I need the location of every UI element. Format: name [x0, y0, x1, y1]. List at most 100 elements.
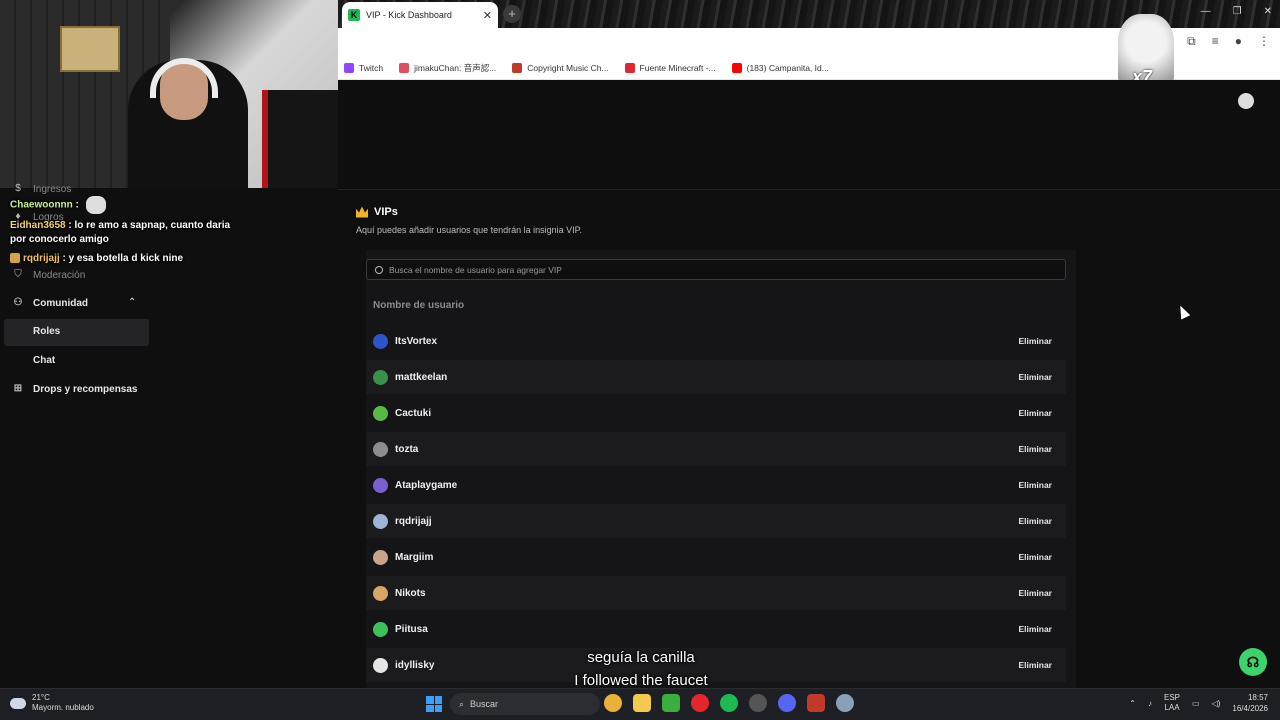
chevron-up-icon[interactable]: ⌃: [128, 297, 136, 308]
revenue-icon: $: [15, 183, 21, 194]
vip-row: Margiim Eliminar: [366, 540, 1066, 574]
subtitles: seguía la canilla I followed the faucet: [540, 646, 742, 692]
toolbar-icons: ⌕ ⧉ ≡ ● ⋮: [1164, 34, 1270, 49]
minecraft-icon[interactable]: [662, 694, 680, 712]
file-explorer-icon[interactable]: [633, 694, 651, 712]
lang-bottom: LAA: [1164, 703, 1180, 712]
maximize-icon[interactable]: ❐: [1233, 6, 1242, 17]
bookmark-label: (183) Campanita, Id...: [746, 62, 829, 73]
window-controls: — ❐ ✕: [1201, 6, 1272, 17]
obs-icon[interactable]: [749, 694, 767, 712]
sidebar-item-roles[interactable]: Roles: [33, 326, 60, 337]
opera-icon[interactable]: [691, 694, 709, 712]
avatar: [373, 477, 388, 493]
weather-desc: Mayorm. nublado: [32, 703, 94, 712]
settings-icon[interactable]: [836, 694, 854, 712]
search-icon: [375, 265, 383, 274]
system-tray: ⌃ ♪ ESP LAA ▭ ◁) 18:57 16/4/2026: [1129, 692, 1268, 714]
clock[interactable]: 18:57 16/4/2026: [1232, 692, 1268, 714]
sidebar-item-label: Moderación: [33, 269, 86, 281]
webcam-poster: [60, 26, 120, 72]
bookmark-item[interactable]: (183) Campanita, Id...: [731, 62, 829, 73]
volume-icon[interactable]: ◁): [1212, 699, 1221, 708]
avatar: [373, 333, 388, 349]
weather-temp: 21°C: [32, 693, 50, 702]
kick-favicon-icon: K: [348, 9, 360, 21]
sidebar-item-ingresos[interactable]: $ Ingresos: [12, 183, 71, 195]
vip-username: Cactuki: [395, 407, 432, 419]
profile-icon[interactable]: ●: [1235, 34, 1242, 49]
remove-vip-button[interactable]: Eliminar: [1012, 584, 1058, 602]
subtitle-line-spanish: seguía la canilla: [587, 649, 695, 666]
app-icon[interactable]: [807, 694, 825, 712]
avatar: [373, 441, 388, 457]
bookmark-favicon-icon: [624, 62, 635, 73]
discord-icon[interactable]: [778, 694, 796, 712]
remove-vip-button[interactable]: Eliminar: [1012, 440, 1058, 458]
tab-close-icon[interactable]: ✕: [483, 9, 492, 22]
vip-row: Ataplaygame Eliminar: [366, 468, 1066, 502]
bookmark-item[interactable]: Fuente Minecraft -...: [624, 62, 716, 73]
media-icon[interactable]: ≡: [1212, 34, 1219, 49]
remove-vip-button[interactable]: Eliminar: [1012, 476, 1058, 494]
remove-vip-button[interactable]: Eliminar: [1012, 404, 1058, 422]
vip-row: rqdrijajj Eliminar: [366, 504, 1066, 538]
weather-widget[interactable]: 21°C Mayorm. nublado: [10, 693, 94, 713]
sidebar-item-label: Roles: [33, 326, 61, 337]
remove-vip-button[interactable]: Eliminar: [1012, 512, 1058, 530]
chat-username: Chaewoonnn: [10, 199, 73, 211]
tab-title: VIP - Kick Dashboard: [366, 10, 452, 20]
bookmark-favicon-icon: [344, 62, 354, 73]
language-indicator[interactable]: ESP LAA: [1164, 693, 1180, 713]
user-avatar-icon[interactable]: [1238, 93, 1254, 109]
remove-vip-button[interactable]: Eliminar: [1012, 656, 1058, 674]
clock-time: 18:57: [1247, 693, 1268, 702]
chat-badge-icon: [10, 253, 20, 264]
chrome-icon[interactable]: [604, 694, 622, 712]
vip-username: ItsVortex: [395, 335, 438, 347]
windows-start-icon[interactable]: [426, 696, 442, 712]
support-chat-button[interactable]: ☊: [1239, 648, 1267, 676]
browser-tab[interactable]: K VIP - Kick Dashboard ✕: [342, 2, 498, 28]
chat-username: rqdrijajj: [23, 253, 60, 264]
sidebar-item-label: Ingresos: [33, 183, 72, 195]
taskbar-search[interactable]: ⌕ Buscar: [450, 693, 600, 715]
vip-username: Piitusa: [395, 623, 428, 635]
network-icon[interactable]: ▭: [1192, 699, 1200, 708]
vip-username: Margiim: [395, 551, 434, 563]
close-window-icon[interactable]: ✕: [1264, 6, 1272, 17]
spotify-icon[interactable]: [720, 694, 738, 712]
bookmark-favicon-icon: [399, 62, 410, 73]
microphone-icon[interactable]: ♪: [1148, 699, 1152, 708]
new-tab-button[interactable]: +: [503, 5, 521, 23]
gift-icon: ⊞: [13, 383, 23, 394]
chat-username: Eidhan3658: [10, 220, 66, 231]
remove-vip-button[interactable]: Eliminar: [1012, 548, 1058, 566]
chat-text: y esa botella d kick nine: [68, 253, 184, 264]
vip-username: idyllisky: [395, 659, 435, 671]
chat-message: rqdrijajj : y esa botella d kick nine: [10, 252, 240, 266]
minimize-icon[interactable]: —: [1201, 6, 1211, 17]
chevron-up-icon[interactable]: ⌃: [1129, 699, 1136, 708]
sidebar-item-comunidad[interactable]: ⚇ Comunidad: [12, 297, 88, 309]
page-header: [338, 80, 1280, 190]
bookmark-label: jimakuChan: 音声認...: [414, 62, 497, 73]
vip-row: tozta Eliminar: [366, 432, 1066, 466]
remove-vip-button[interactable]: Eliminar: [1012, 368, 1058, 386]
bookmark-item[interactable]: Twitch: [344, 62, 383, 73]
clock-date: 16/4/2026: [1232, 704, 1268, 713]
menu-icon[interactable]: ⋮: [1258, 34, 1270, 49]
chat-overlay: Chaewoonnn : Eidhan3658 : lo re amo a sa…: [10, 196, 240, 271]
taskbar-apps: [604, 694, 854, 712]
sidebar-item-chat[interactable]: Chat: [33, 355, 55, 366]
search-icon: ⌕: [459, 698, 465, 709]
bookmark-item[interactable]: jimakuChan: 音声認...: [399, 62, 496, 74]
sidebar-item-drops[interactable]: ⊞ Drops y recompensas: [12, 383, 138, 395]
extensions-icon[interactable]: ⧉: [1187, 34, 1196, 49]
bookmark-item[interactable]: Copyright Music Ch...: [512, 62, 609, 73]
cat-emote-overlay: x7: [1118, 14, 1174, 87]
search-input[interactable]: [389, 264, 989, 275]
remove-vip-button[interactable]: Eliminar: [1012, 620, 1058, 638]
search-box[interactable]: [366, 259, 1066, 280]
remove-vip-button[interactable]: Eliminar: [1012, 332, 1058, 350]
